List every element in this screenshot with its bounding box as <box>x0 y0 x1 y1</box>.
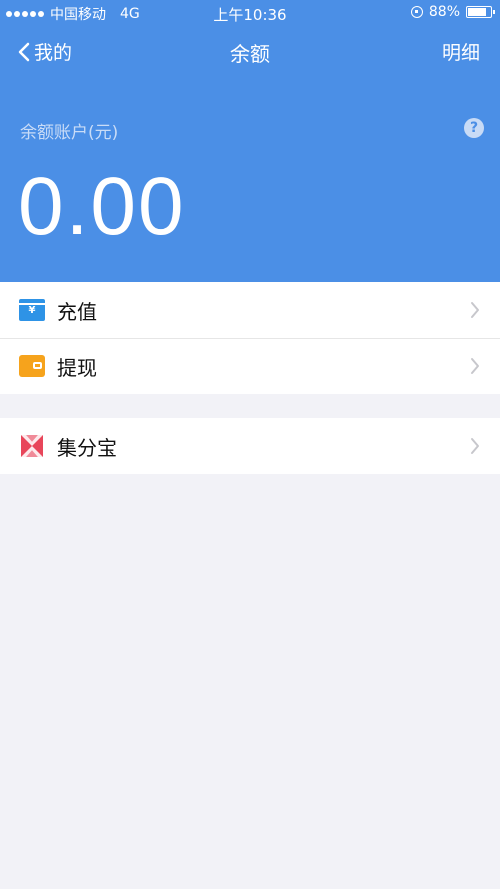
battery-icon <box>466 6 495 18</box>
chevron-right-icon <box>471 358 479 374</box>
jifenbao-icon <box>21 435 43 457</box>
jifen-label: 集分宝 <box>57 435 117 460</box>
chevron-right-icon <box>471 438 479 454</box>
status-right: 88% <box>410 4 495 20</box>
help-icon[interactable]: ? <box>464 118 484 138</box>
battery-percent: 88% <box>428 4 460 20</box>
back-label: 我的 <box>34 42 73 64</box>
withdraw-label: 提现 <box>57 355 97 380</box>
fund-actions-group: ¥ 充值 提现 <box>0 282 500 394</box>
details-button[interactable]: 明细 <box>442 38 480 65</box>
jifen-row[interactable]: 集分宝 <box>0 418 500 474</box>
orientation-lock-icon <box>410 6 423 18</box>
chevron-right-icon <box>471 302 479 318</box>
withdraw-row[interactable]: 提现 <box>0 338 500 394</box>
recharge-icon: ¥ <box>19 299 45 321</box>
chevron-left-icon <box>18 42 30 61</box>
balance-amount: 0.00 <box>18 161 186 252</box>
account-label: 余额账户(元) <box>20 123 119 143</box>
yuan-glyph: ¥ <box>28 305 36 316</box>
status-bar: 中国移动 4G 上午10:36 88% <box>0 0 500 26</box>
recharge-row[interactable]: ¥ 充值 <box>0 282 500 338</box>
recharge-label: 充值 <box>57 299 97 324</box>
navigation-bar: 我的 余额 明细 <box>0 28 500 72</box>
balance-header: 中国移动 4G 上午10:36 88% 我的 余额 明细 余额账户(元) ? 0… <box>0 0 500 282</box>
back-button[interactable]: 我的 <box>18 38 72 65</box>
wallet-icon <box>19 355 45 377</box>
points-group: 集分宝 <box>0 418 500 474</box>
page-title: 余额 <box>230 42 270 66</box>
